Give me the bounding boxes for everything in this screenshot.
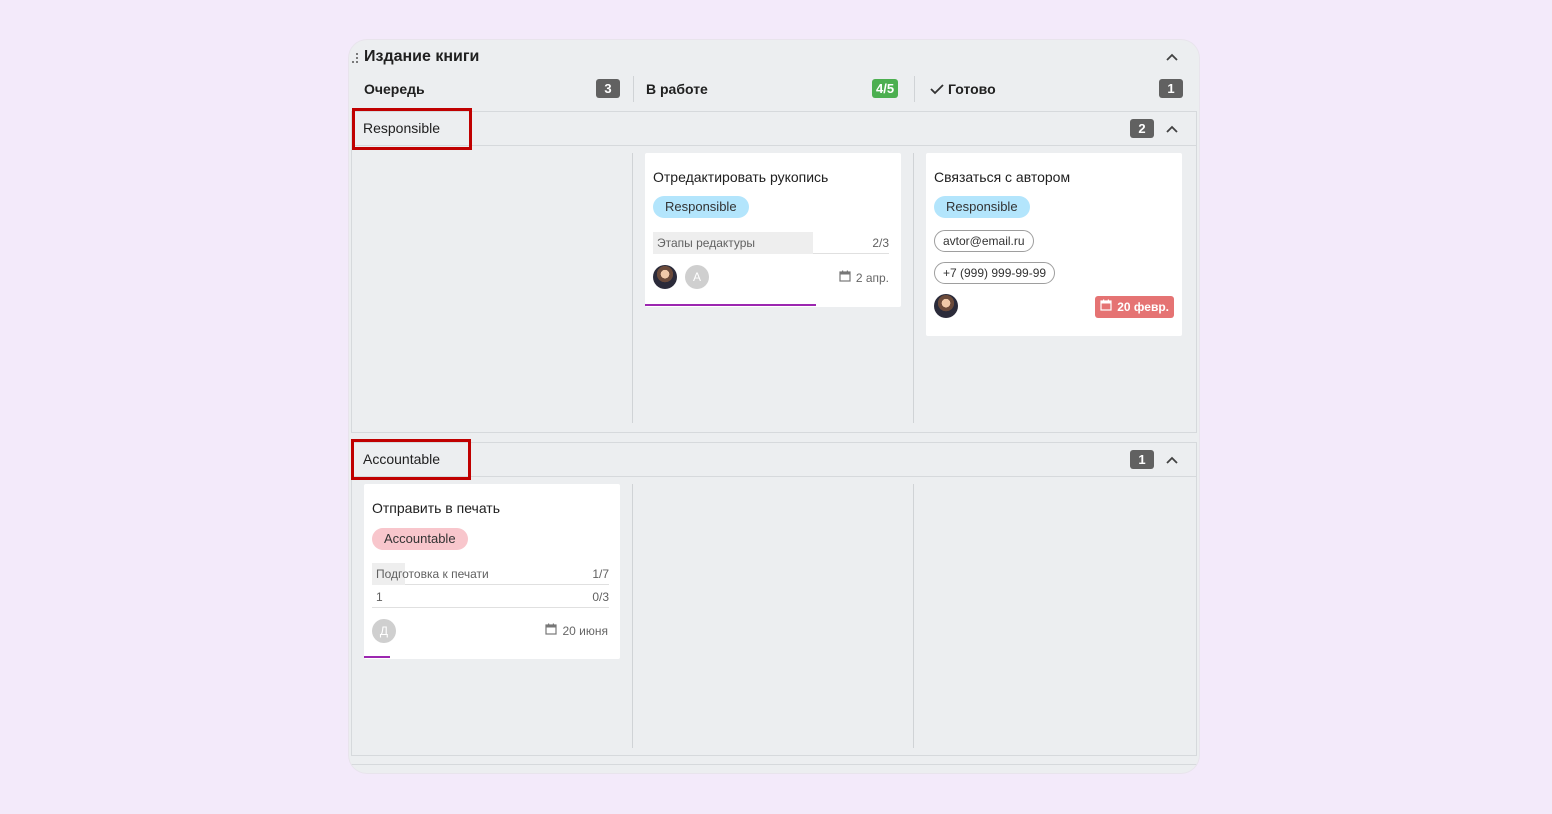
due-date-overdue[interactable]: 20 февр. xyxy=(1095,296,1174,318)
check-icon xyxy=(930,82,944,100)
board-title: Издание книги xyxy=(364,48,480,65)
checklist[interactable]: Подготовка к печати 1/7 xyxy=(372,563,609,585)
swimlane-header[interactable]: Responsible 2 xyxy=(352,112,1196,146)
calendar-icon xyxy=(545,622,558,640)
checklist[interactable]: Этапы редактуры 2/3 xyxy=(653,232,889,254)
user-avatar[interactable] xyxy=(934,294,958,318)
calendar-icon xyxy=(839,269,851,287)
due-date-text: 20 февр. xyxy=(1117,300,1169,314)
checklist-count: 2/3 xyxy=(872,236,889,250)
drag-handle-icon[interactable] xyxy=(352,53,358,63)
checklist-count: 1/7 xyxy=(592,567,609,581)
column-divider xyxy=(632,153,633,423)
card-progress-bar xyxy=(645,304,816,306)
card-title: Связаться с автором xyxy=(934,169,1071,185)
kanban-board: Издание книги Очередь 3 В работе 4/5 Гот… xyxy=(349,40,1199,773)
column-header-in-progress[interactable]: В работе 4/5 xyxy=(646,78,904,102)
highlight-box xyxy=(352,108,472,150)
column-count-badge: 3 xyxy=(596,79,620,98)
column-title: Готово xyxy=(948,81,996,97)
swimlane-accountable: Accountable 1 Отправить в печать Account… xyxy=(351,442,1197,756)
column-divider xyxy=(913,484,914,748)
due-date-text: 20 июня xyxy=(562,624,608,638)
card-title: Отправить в печать xyxy=(372,500,501,516)
task-card[interactable]: Отредактировать рукопись Responsible Эта… xyxy=(645,153,901,307)
checklist-count: 0/3 xyxy=(592,590,609,604)
collapse-board-chevron-up-icon[interactable] xyxy=(1165,52,1179,62)
swimlane-count-badge: 2 xyxy=(1130,119,1154,138)
role-tag: Responsible xyxy=(934,196,1030,218)
column-header-queue[interactable]: Очередь 3 xyxy=(364,78,622,102)
highlight-box xyxy=(351,439,471,480)
board-header: Издание книги xyxy=(349,40,1199,74)
task-card[interactable]: Отправить в печать Accountable Подготовк… xyxy=(364,484,620,659)
card-title: Отредактировать рукопись xyxy=(653,169,829,185)
user-avatar[interactable] xyxy=(653,265,677,289)
board-bottom-divider xyxy=(351,764,1197,765)
due-date[interactable]: 20 июня xyxy=(545,622,608,640)
column-header-done[interactable]: Готово 1 xyxy=(928,78,1186,102)
column-divider xyxy=(914,76,915,102)
column-count-badge: 1 xyxy=(1159,79,1183,98)
card-progress-bar xyxy=(364,656,390,658)
collapse-swimlane-chevron-up-icon[interactable] xyxy=(1165,124,1179,134)
user-avatar-letter[interactable]: А xyxy=(685,265,709,289)
due-date-text: 2 апр. xyxy=(855,271,889,285)
task-card[interactable]: Связаться с автором Responsible avtor@em… xyxy=(926,153,1182,336)
swimlane-count-badge: 1 xyxy=(1130,450,1154,469)
column-divider xyxy=(632,484,633,748)
checklist-name: 1 xyxy=(376,590,383,604)
swimlane-header[interactable]: Accountable 1 xyxy=(352,443,1196,477)
swimlane-responsible: Responsible 2 Отредактировать рукопись R… xyxy=(351,111,1197,433)
column-divider xyxy=(913,153,914,423)
checklist-name: Этапы редактуры xyxy=(657,236,756,250)
calendar-icon xyxy=(1100,296,1112,318)
role-tag: Responsible xyxy=(653,196,749,218)
wip-limit-badge: 4/5 xyxy=(872,79,899,98)
user-avatar-letter[interactable]: Д xyxy=(372,619,396,643)
checklist[interactable]: 1 0/3 xyxy=(372,586,609,608)
phone-chip[interactable]: +7 (999) 999-99-99 xyxy=(934,262,1056,284)
column-divider xyxy=(633,76,634,102)
checklist-name: Подготовка к печати xyxy=(376,567,489,581)
role-tag: Accountable xyxy=(372,528,468,550)
collapse-swimlane-chevron-up-icon[interactable] xyxy=(1165,455,1179,465)
email-chip[interactable]: avtor@email.ru xyxy=(934,230,1034,252)
column-title: Очередь xyxy=(364,81,425,97)
column-title: В работе xyxy=(646,81,708,97)
due-date[interactable]: 2 апр. xyxy=(839,269,889,287)
